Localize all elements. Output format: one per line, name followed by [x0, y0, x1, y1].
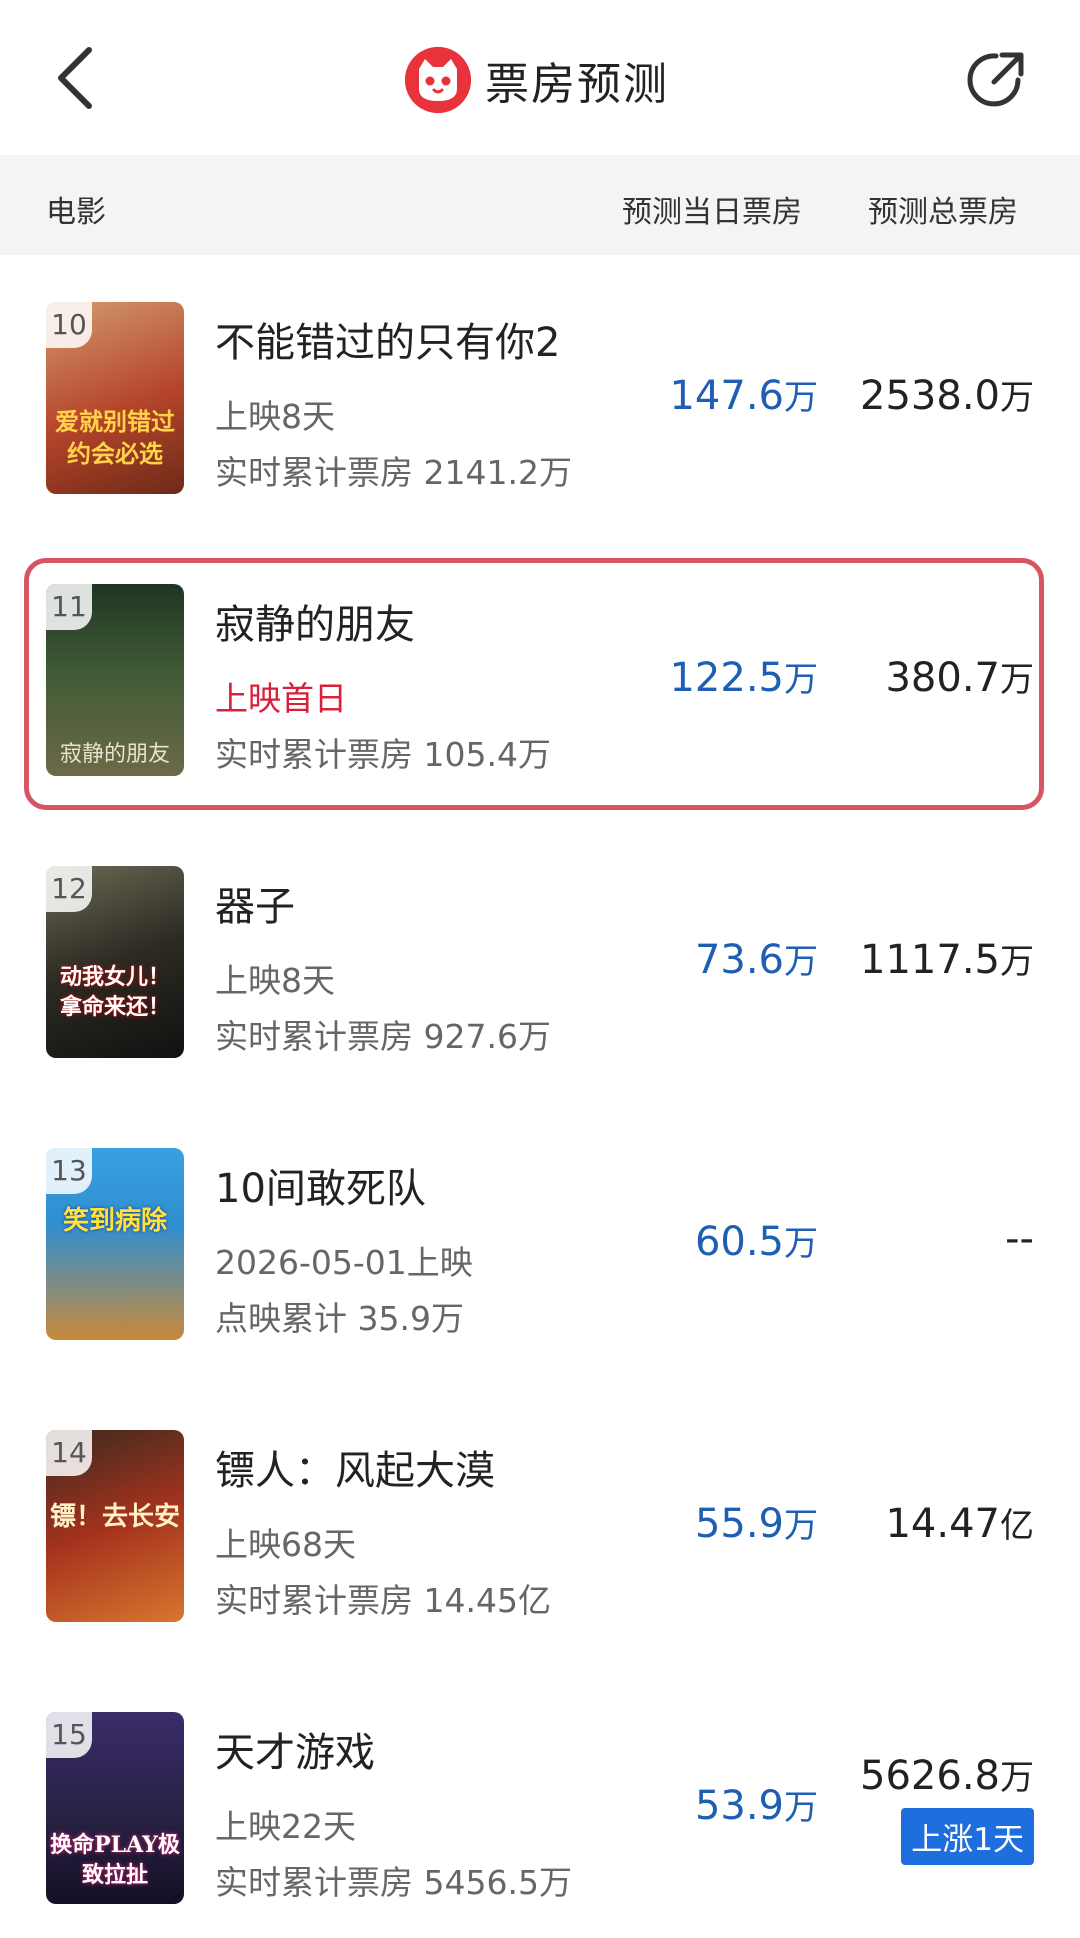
rank-badge: 11: [46, 584, 92, 630]
movie-row[interactable]: 换命PLAY极致拉扯 15 天才游戏 上映22天 实时累计票房 5456.5万 …: [0, 1698, 1080, 1938]
predicted-day-box-office: 147.6万: [669, 373, 818, 419]
movie-poster[interactable]: 镖！去长安 14: [46, 1430, 184, 1622]
rank-badge: 13: [46, 1148, 92, 1194]
predicted-day-box-office: 60.5万: [694, 1219, 818, 1265]
movie-row[interactable]: 爱就别错过约会必选 10 不能错过的只有你2 上映8天 实时累计票房 2141.…: [0, 288, 1080, 570]
movie-poster[interactable]: 动我女儿！拿命来还！ 12: [46, 866, 184, 1058]
movie-poster[interactable]: 笑到病除 13: [46, 1148, 184, 1340]
title-wrap: 票房预测: [405, 44, 669, 116]
poster-text: 笑到病除: [62, 1206, 167, 1236]
movie-title: 寂静的朋友: [215, 602, 415, 648]
predicted-day-box-office: 53.9万: [694, 1783, 818, 1829]
poster-text: 镖！去长安: [50, 1502, 181, 1532]
movie-poster[interactable]: 寂静的朋友 11: [46, 584, 184, 776]
rank-badge: 10: [46, 302, 92, 348]
predicted-total-box-office: 1117.5万: [860, 937, 1034, 983]
predicted-day-box-office: 73.6万: [694, 937, 818, 983]
release-status: 上映8天: [215, 397, 335, 436]
poster-text: 寂静的朋友: [59, 742, 170, 767]
predicted-total-box-office: 2538.0万: [860, 373, 1034, 419]
rank-badge: 14: [46, 1430, 92, 1476]
share-button[interactable]: [962, 46, 1030, 114]
predicted-total-box-office: 5626.8万: [860, 1753, 1034, 1799]
cumulative-box-office: 实时累计票房 105.4万: [215, 735, 551, 774]
predicted-day-box-office: 55.9万: [694, 1501, 818, 1547]
poster-text: 动我女儿！拿命来还！: [59, 964, 170, 1020]
predicted-day-box-office: 122.5万: [669, 655, 818, 701]
predicted-total-box-office: 14.47亿: [885, 1501, 1034, 1547]
movie-title: 天才游戏: [215, 1730, 375, 1776]
predicted-total-box-office: 380.7万: [885, 655, 1034, 701]
release-status: 上映首日: [215, 679, 347, 718]
column-total-box-office[interactable]: 预测总票房: [868, 187, 1018, 231]
column-movie: 电影: [46, 195, 106, 230]
trend-badge: 上涨1天: [901, 1808, 1034, 1865]
movie-title: 镖人：风起大漠: [215, 1448, 495, 1494]
movie-title: 器子: [215, 884, 295, 930]
rank-badge: 15: [46, 1712, 92, 1758]
share-icon: [967, 52, 1024, 107]
movie-row[interactable]: 笑到病除 13 10间敢死队 2026-05-01上映 点映累计 35.9万 6…: [0, 1134, 1080, 1416]
back-button[interactable]: [40, 38, 110, 118]
release-status: 2026-05-01上映: [215, 1243, 473, 1282]
release-status: 上映68天: [215, 1525, 356, 1564]
cat-logo-icon: [405, 47, 471, 113]
rank-badge: 12: [46, 866, 92, 912]
movie-title: 不能错过的只有你2: [215, 320, 561, 366]
page-title: 票房预测: [485, 59, 669, 110]
movie-title: 10间敢死队: [215, 1166, 426, 1212]
release-status: 上映8天: [215, 961, 335, 1000]
cumulative-box-office: 实时累计票房 14.45亿: [215, 1581, 551, 1620]
top-bar: 票房预测: [0, 0, 1080, 155]
predicted-total-box-office: --: [1005, 1216, 1034, 1262]
poster-text: 爱就别错过约会必选: [55, 407, 175, 468]
movie-poster[interactable]: 换命PLAY极致拉扯 15: [46, 1712, 184, 1904]
column-header: 电影 预测当日票房 预测总票房: [0, 155, 1080, 255]
movie-row[interactable]: 动我女儿！拿命来还！ 12 器子 上映8天 实时累计票房 927.6万 73.6…: [0, 852, 1080, 1134]
cumulative-box-office: 实时累计票房 5456.5万: [215, 1863, 572, 1902]
movie-row[interactable]: 寂静的朋友 11 寂静的朋友 上映首日 实时累计票房 105.4万 122.5万…: [0, 570, 1080, 852]
cumulative-box-office: 实时累计票房 927.6万: [215, 1017, 551, 1056]
poster-text: 换命PLAY极致拉扯: [50, 1832, 180, 1888]
column-day-box-office[interactable]: 预测当日票房: [622, 187, 802, 231]
release-status: 上映22天: [215, 1807, 356, 1846]
movie-poster[interactable]: 爱就别错过约会必选 10: [46, 302, 184, 494]
cumulative-box-office: 实时累计票房 2141.2万: [215, 453, 572, 492]
chevron-left-icon: [58, 47, 92, 109]
cumulative-box-office: 点映累计 35.9万: [215, 1299, 464, 1338]
movie-row[interactable]: 镖！去长安 14 镖人：风起大漠 上映68天 实时累计票房 14.45亿 55.…: [0, 1416, 1080, 1698]
